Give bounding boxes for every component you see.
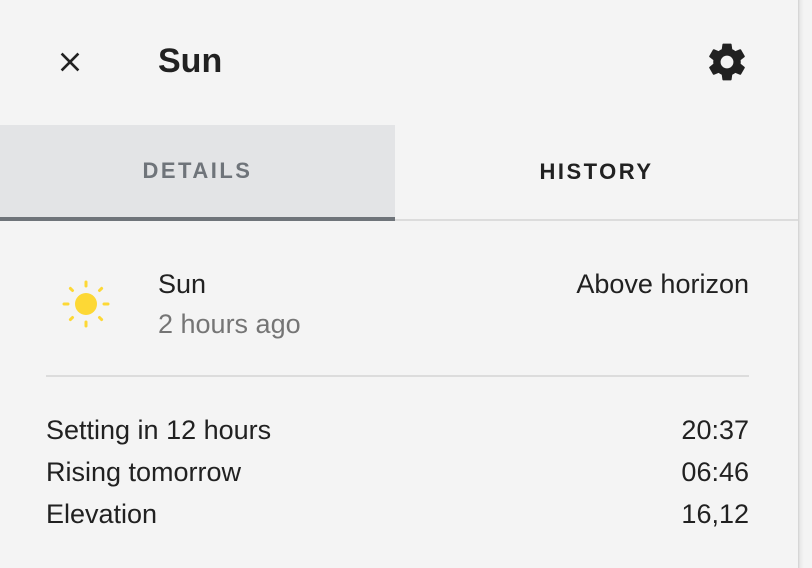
attribute-row: Setting in 12 hours 20:37: [46, 409, 749, 451]
tab-history[interactable]: HISTORY: [395, 125, 798, 219]
attribute-row: Rising tomorrow 06:46: [46, 451, 749, 493]
settings-button[interactable]: [702, 37, 752, 87]
sun-icon: [62, 280, 110, 328]
entity-last-changed: 2 hours ago: [158, 309, 301, 339]
tab-details[interactable]: DETAILS: [0, 125, 395, 221]
dialog-edge-shadow: [798, 0, 812, 568]
attribute-value: 20:37: [681, 415, 749, 445]
close-icon: [60, 52, 80, 72]
entity-row: Sun 2 hours ago Above horizon: [46, 262, 749, 352]
attribute-label: Setting in 12 hours: [46, 415, 272, 445]
close-button[interactable]: [46, 38, 94, 86]
tab-bar: DETAILS HISTORY: [0, 125, 798, 221]
attribute-value: 06:46: [681, 457, 749, 487]
dialog-title: Sun: [158, 42, 223, 80]
dialog-header: Sun: [0, 0, 798, 125]
divider: [46, 375, 749, 377]
more-info-dialog: Sun DETAILS HISTORY Sun 2 hours ago Abov…: [0, 0, 798, 568]
attribute-label: Rising tomorrow: [46, 457, 242, 487]
attribute-row: Elevation 16,12: [46, 493, 749, 535]
attribute-label: Elevation: [46, 499, 158, 529]
attribute-value: 16,12: [681, 499, 749, 529]
entity-name: Sun: [158, 269, 207, 299]
entity-state: Above horizon: [576, 269, 749, 299]
gear-icon: [709, 43, 745, 81]
attributes-list: Setting in 12 hours 20:37 Rising tomorro…: [46, 409, 749, 535]
